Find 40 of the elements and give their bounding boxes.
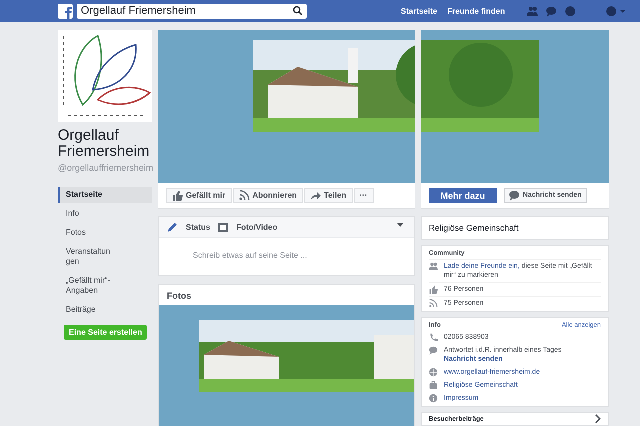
like-button[interactable]: Gefällt mir	[166, 188, 232, 203]
photos-heading: Fotos	[166, 290, 192, 303]
speech-bubble-icon[interactable]	[546, 6, 558, 16]
follow-button[interactable]: Abonnieren	[232, 188, 304, 203]
sidebar-item[interactable]: Veranstaltun gen	[58, 244, 152, 270]
sidebar-item[interactable]: Fotos	[58, 225, 152, 241]
rss-icon	[429, 299, 438, 308]
logo-icon[interactable]	[58, 4, 73, 18]
share-arrow-icon	[310, 190, 322, 201]
nav-link[interactable]: Freunde finden	[447, 6, 506, 16]
nav-link[interactable]: Startseite	[401, 6, 438, 16]
dropdown-caret-icon[interactable]	[397, 223, 404, 227]
people-icon[interactable]	[527, 6, 538, 16]
info-icon	[429, 394, 438, 403]
sidebar-item[interactable]: Beiträge	[58, 302, 152, 318]
speech-bubble-icon	[429, 346, 438, 355]
page-handle: @orgellauffriemersheim	[58, 163, 152, 173]
thumbs-up-icon	[172, 190, 183, 201]
page-category: Religiöse Gemeinschaft	[429, 222, 520, 235]
share-button[interactable]: Teilen	[304, 188, 353, 203]
more-button[interactable]: ···	[354, 188, 374, 203]
rss-icon	[238, 190, 250, 201]
briefcase-icon	[429, 381, 438, 390]
page-name: Orgellauf Friemersheim	[58, 128, 151, 160]
composer-tab[interactable]: Foto/Video	[236, 222, 278, 232]
image-icon	[218, 222, 228, 232]
sidebar-item[interactable]: Info	[58, 206, 152, 222]
search-icon	[293, 6, 303, 16]
help-icon[interactable]	[606, 6, 626, 16]
learn-more-button[interactable]: Mehr dazu	[429, 188, 497, 203]
composer-tab[interactable]: Status	[186, 222, 210, 232]
sidebar-item[interactable]: „Gefällt mir“-Angaben	[58, 273, 152, 299]
speech-bubble-icon	[509, 190, 520, 201]
people-icon	[429, 262, 438, 271]
chevron-right-icon	[595, 414, 601, 424]
phone-icon	[429, 333, 438, 342]
sidebar-item[interactable]: Startseite	[58, 187, 152, 203]
thumbs-up-icon	[429, 285, 438, 294]
pencil-icon	[167, 222, 178, 232]
search-field[interactable]: Orgellauf Friemersheim	[77, 4, 307, 18]
